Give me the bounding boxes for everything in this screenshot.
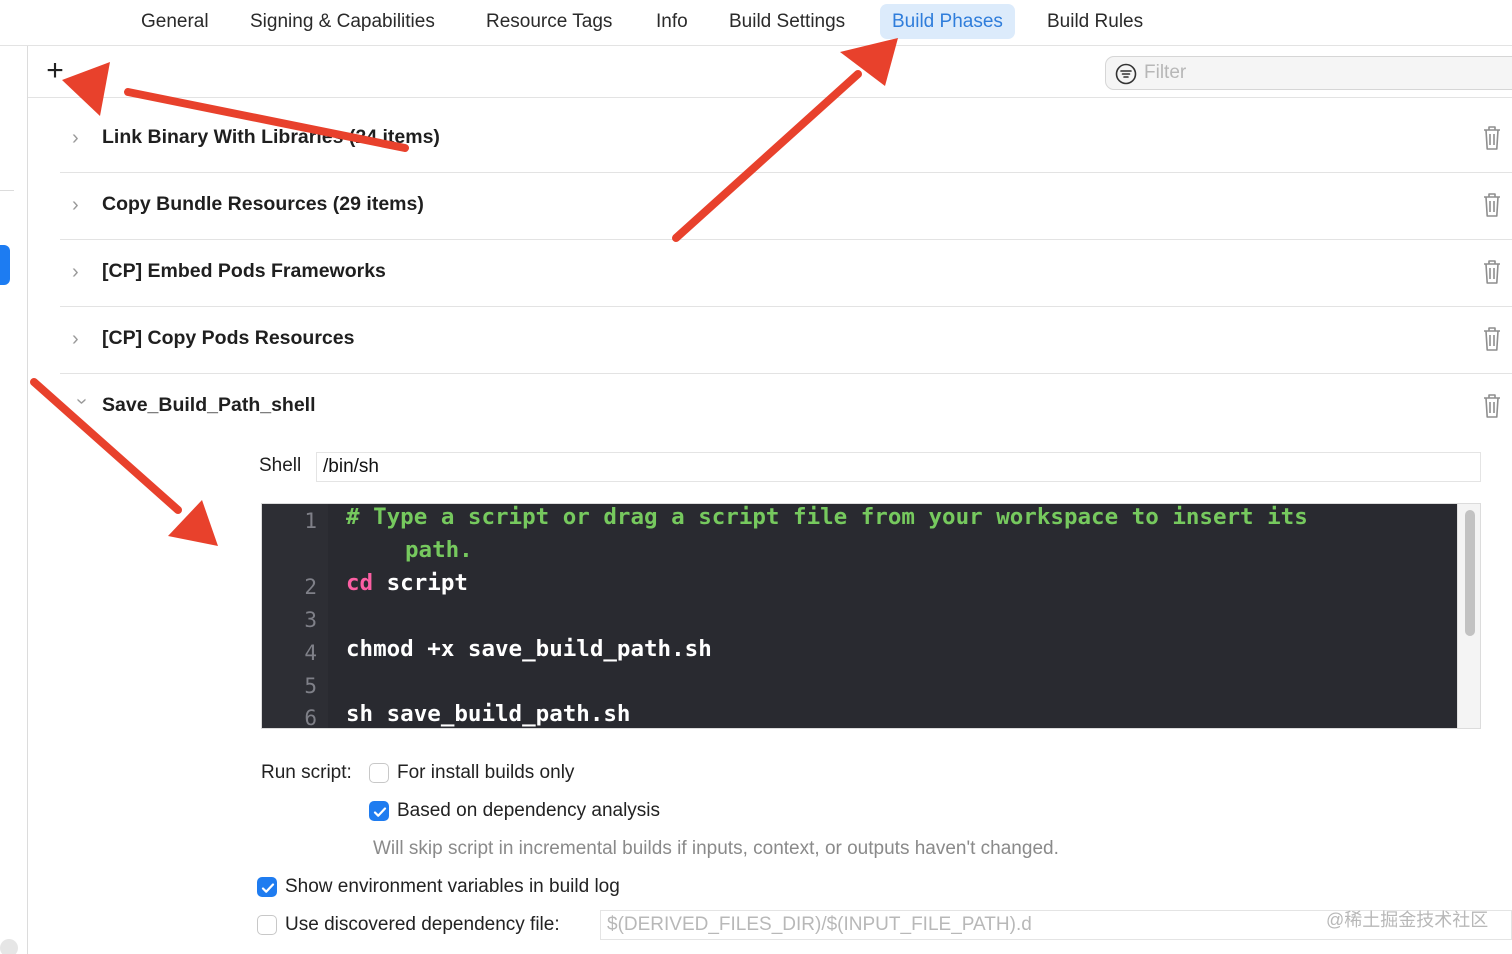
code-text: chmod +x save_build_path.sh xyxy=(346,636,712,662)
phase-title: Copy Bundle Resources (29 items) xyxy=(102,193,424,215)
phase-row-copy-pods[interactable]: › [CP] Copy Pods Resources xyxy=(60,307,1512,374)
tab-bar: General Signing & Capabilities Resource … xyxy=(0,0,1512,46)
checkmark-icon xyxy=(261,883,275,893)
run-script-label: Run script: xyxy=(261,762,352,783)
add-phase-button[interactable]: + xyxy=(42,56,68,88)
phase-title: [CP] Copy Pods Resources xyxy=(102,327,355,349)
watermark: @稀土掘金技术社区 xyxy=(1326,910,1489,930)
install-only-label[interactable]: For install builds only xyxy=(397,762,574,784)
checkmark-icon xyxy=(373,807,387,817)
chevron-right-icon[interactable]: › xyxy=(72,260,88,284)
chevron-right-icon[interactable]: › xyxy=(72,327,88,351)
line-number: 6 xyxy=(304,706,317,729)
chevron-down-icon[interactable]: › xyxy=(70,398,94,414)
tab-general[interactable]: General xyxy=(129,4,221,39)
tab-build-rules[interactable]: Build Rules xyxy=(1035,4,1155,39)
tab-resource-tags[interactable]: Resource Tags xyxy=(474,4,624,39)
line-number: 5 xyxy=(304,674,317,698)
phase-row-save-build-path[interactable]: › Save_Build_Path_shell xyxy=(60,374,1512,441)
phase-row-copy-bundle[interactable]: › Copy Bundle Resources (29 items) xyxy=(60,173,1512,240)
code-text: # Type a script or drag a script file fr… xyxy=(346,504,1308,530)
script-editor[interactable]: 1 # Type a script or drag a script file … xyxy=(261,503,1481,729)
line-number: 4 xyxy=(304,641,317,665)
sidebar-divider xyxy=(0,190,14,191)
editor-scrollbar[interactable] xyxy=(1457,504,1480,728)
phase-title: Link Binary With Libraries (24 items) xyxy=(102,126,440,148)
phase-row-link-binary[interactable]: › Link Binary With Libraries (24 items) xyxy=(60,106,1512,173)
line-number: 3 xyxy=(304,608,317,632)
show-env-checkbox[interactable] xyxy=(257,877,277,897)
code-text: script xyxy=(373,570,468,596)
show-env-label[interactable]: Show environment variables in build log xyxy=(285,876,620,898)
dep-file-checkbox[interactable] xyxy=(257,915,277,935)
sidebar-selection-indicator[interactable] xyxy=(0,245,10,285)
tab-signing-capabilities[interactable]: Signing & Capabilities xyxy=(238,4,447,39)
editor-scrollbar-thumb[interactable] xyxy=(1465,510,1475,636)
tab-build-phases[interactable]: Build Phases xyxy=(880,4,1015,39)
code-keyword: cd xyxy=(346,570,374,596)
trash-icon[interactable] xyxy=(1480,325,1504,353)
trash-icon[interactable] xyxy=(1480,191,1504,219)
dependency-hint-text: Will skip script in incremental builds i… xyxy=(373,838,1059,859)
tab-build-settings[interactable]: Build Settings xyxy=(717,4,857,39)
install-only-checkbox[interactable] xyxy=(369,763,389,783)
dependency-analysis-checkbox[interactable] xyxy=(369,801,389,821)
filter-icon xyxy=(1115,63,1137,85)
dep-file-label[interactable]: Use discovered dependency file: xyxy=(285,914,560,936)
shell-label: Shell xyxy=(259,455,302,476)
trash-icon[interactable] xyxy=(1480,258,1504,286)
phase-title: [CP] Embed Pods Frameworks xyxy=(102,260,386,282)
phases-toolbar: + xyxy=(28,46,1512,98)
shell-field[interactable]: /bin/sh xyxy=(316,452,1481,482)
line-number: 2 xyxy=(304,575,317,599)
trash-icon[interactable] xyxy=(1480,392,1504,420)
phase-title: Save_Build_Path_shell xyxy=(102,394,316,416)
chevron-right-icon[interactable]: › xyxy=(72,126,88,150)
chevron-right-icon[interactable]: › xyxy=(72,193,88,217)
filter-field[interactable] xyxy=(1105,56,1512,90)
code-text: sh save_build_path.sh xyxy=(346,701,631,727)
line-number: 1 xyxy=(304,509,317,533)
tab-info[interactable]: Info xyxy=(644,4,700,39)
trash-icon[interactable] xyxy=(1480,124,1504,152)
code-text: path. xyxy=(405,537,473,563)
sidebar-scroll-knob[interactable] xyxy=(0,939,18,954)
dependency-analysis-label[interactable]: Based on dependency analysis xyxy=(397,800,660,822)
target-list-sidebar xyxy=(0,46,28,954)
phase-row-embed-pods[interactable]: › [CP] Embed Pods Frameworks xyxy=(60,240,1512,307)
filter-input[interactable] xyxy=(1144,59,1504,87)
